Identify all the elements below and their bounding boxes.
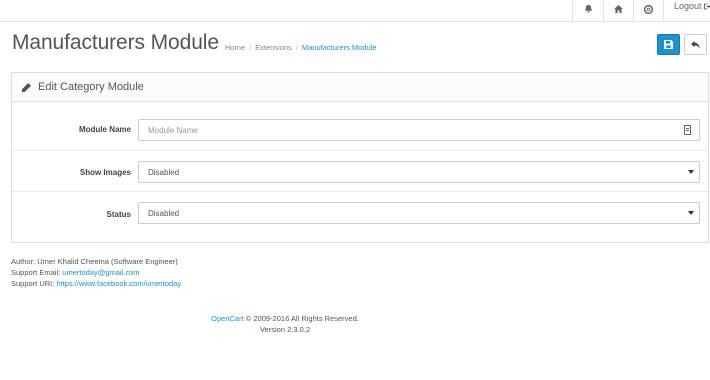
cancel-button[interactable] <box>684 34 707 55</box>
edit-module-panel: Edit Category Module Module Name Module … <box>11 72 709 243</box>
breadcrumb-home[interactable]: Home <box>225 43 245 52</box>
sign-out-icon <box>703 3 710 10</box>
support-email-label: Support Email: <box>11 268 61 277</box>
form-row-module-name: Module Name Module Name <box>12 110 708 151</box>
language-flag-icon <box>684 125 691 135</box>
breadcrumb: Home / Extensions / Manufacturers Module <box>225 43 377 52</box>
bell-icon <box>584 5 592 13</box>
support-email-link[interactable]: umertoday@gmail.com <box>62 268 139 277</box>
support-email-line: Support Email: umertoday@gmail.com <box>11 267 181 278</box>
module-name-placeholder: Module Name <box>148 125 198 135</box>
version-text: Version 2.3.0.2 <box>259 325 311 334</box>
support-uri-label: Support URI: <box>11 279 55 288</box>
status-value: Disabled <box>148 208 180 218</box>
status-select[interactable]: Disabled <box>138 202 700 224</box>
support-uri-link[interactable]: https://www.facebook.com/umertoday <box>56 279 181 288</box>
form-row-show-images: Show Images Disabled <box>12 151 708 192</box>
panel-heading: Edit Category Module <box>12 73 708 102</box>
opencart-link[interactable]: OpenCart <box>211 314 244 323</box>
breadcrumb-current[interactable]: Manufacturers Module <box>302 43 377 52</box>
form-row-status: Status Disabled <box>12 193 708 234</box>
help-button[interactable] <box>633 0 663 22</box>
save-button[interactable] <box>657 34 680 55</box>
panel-title: Edit Category Module <box>38 81 144 93</box>
chevron-down-icon <box>688 170 694 174</box>
breadcrumb-extensions[interactable]: Extensions <box>255 43 292 52</box>
breadcrumb-separator: / <box>295 43 298 52</box>
show-images-label: Show Images <box>79 168 131 177</box>
logout-button[interactable]: Logout <box>663 0 710 22</box>
logout-label: Logout <box>674 1 702 11</box>
copyright-text: © 2009-2016 All Rights Reserved. <box>245 314 359 323</box>
home-button[interactable] <box>603 0 633 22</box>
author-info: Author: Umer Khalid Cheema (Software Eng… <box>11 256 181 289</box>
home-icon <box>614 5 623 13</box>
life-ring-icon <box>644 5 653 14</box>
module-name-label: Module Name <box>78 125 131 134</box>
pencil-icon <box>22 82 31 92</box>
breadcrumb-separator: / <box>249 43 252 52</box>
status-label: Status <box>106 210 131 219</box>
show-images-value: Disabled <box>148 167 180 177</box>
notifications-button[interactable] <box>572 0 603 22</box>
footer: OpenCart © 2009-2016 All Rights Reserved… <box>0 313 570 335</box>
support-uri-line: Support URI: https://www.facebook.com/um… <box>11 278 181 289</box>
save-icon <box>664 40 673 49</box>
module-name-input[interactable]: Module Name <box>138 119 700 141</box>
chevron-down-icon <box>688 211 694 215</box>
reply-icon <box>691 40 700 49</box>
author-line: Author: Umer Khalid Cheema (Software Eng… <box>11 257 178 266</box>
page-title: Manufacturers Module <box>12 31 219 54</box>
show-images-select[interactable]: Disabled <box>138 161 700 183</box>
copyright-line: OpenCart © 2009-2016 All Rights Reserved… <box>0 313 570 324</box>
top-header: Logout <box>0 0 710 22</box>
